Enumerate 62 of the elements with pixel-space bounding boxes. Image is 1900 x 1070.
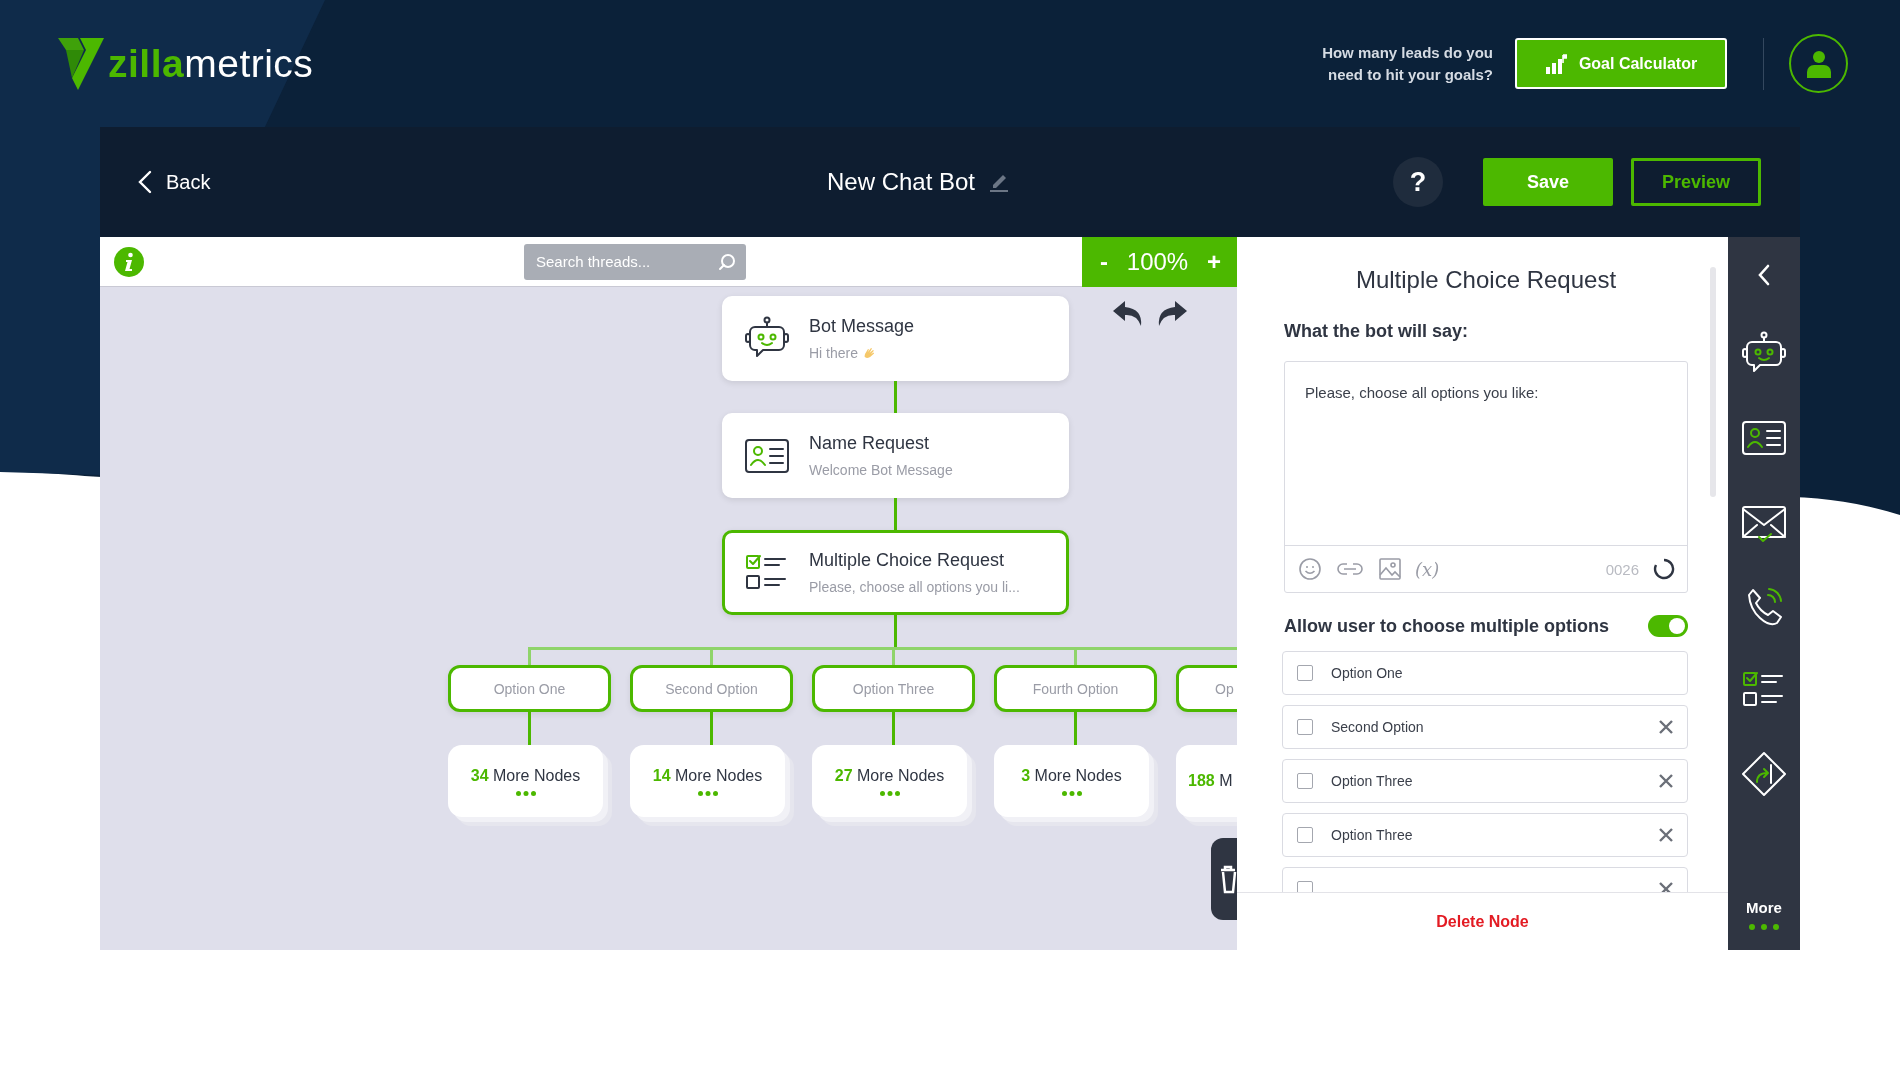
diamond-arrow-icon[interactable]: [1740, 750, 1788, 798]
chevron-left-icon: [138, 170, 152, 194]
message-label: What the bot will say:: [1284, 320, 1469, 343]
image-icon[interactable]: [1379, 558, 1401, 580]
flow-node-card[interactable]: Bot Message Hi there: [722, 296, 1069, 381]
toggle-label: Allow user to choose multiple options: [1284, 615, 1610, 637]
more-button[interactable]: More: [1746, 899, 1782, 930]
node-title: Bot Message: [809, 316, 915, 337]
more-nodes-label: 34 More Nodes: [470, 766, 581, 785]
logo-wordmark: zillametrics: [108, 41, 314, 86]
more-nodes-label: 14 More Nodes: [652, 766, 763, 785]
node-subtitle: Hi there: [809, 345, 859, 361]
bar-chart-icon: [1544, 53, 1567, 74]
option-checkbox[interactable]: [1297, 665, 1313, 681]
more-dots-icon: [1749, 924, 1779, 930]
scrollbar[interactable]: [1710, 267, 1716, 497]
more-dots-icon: [1061, 790, 1082, 796]
node-title: Name Request: [809, 433, 931, 454]
goal-prompt-text: How many leads do you need to hit your goals?: [1321, 42, 1493, 85]
back-button[interactable]: Back: [134, 166, 215, 198]
more-dots-icon: [879, 790, 900, 796]
flow-node-card[interactable]: Multiple Choice Request Please, choose all options you li...: [722, 530, 1069, 615]
more-dots-icon: [515, 790, 536, 796]
flow-node-card[interactable]: Name Request Welcome Bot Message: [722, 413, 1069, 498]
more-nodes-label: 3 More Nodes: [1021, 766, 1122, 785]
close-icon[interactable]: [1659, 774, 1673, 788]
logo-mark-icon: [58, 37, 104, 90]
spinner-icon: [1653, 558, 1675, 580]
option-checkbox[interactable]: [1297, 719, 1313, 735]
option-label[interactable]: Option One: [1331, 665, 1403, 681]
more-nodes-label: 27 More Nodes: [834, 766, 945, 785]
waving-hand-icon: [862, 346, 877, 360]
option-label[interactable]: Option Three: [1331, 827, 1413, 843]
chatbot-title: New Chat Bot: [826, 168, 976, 196]
close-icon[interactable]: [1659, 882, 1673, 892]
multiple-options-toggle[interactable]: [1648, 615, 1688, 637]
option-checkbox[interactable]: [1297, 827, 1313, 843]
option-label[interactable]: Second Option: [1331, 719, 1424, 735]
close-icon[interactable]: [1659, 720, 1673, 734]
panel-title: Multiple Choice Request: [1354, 265, 1618, 295]
person-icon: [1806, 49, 1831, 78]
delete-node-button[interactable]: Delete Node: [1430, 911, 1535, 932]
node-title: Multiple Choice Request: [809, 550, 1006, 571]
zoom-level: 100%: [1126, 247, 1189, 276]
preview-button[interactable]: Preview: [1631, 158, 1761, 206]
user-avatar[interactable]: [1789, 34, 1848, 93]
info-icon[interactable]: [114, 246, 144, 277]
help-button[interactable]: ?: [1393, 157, 1443, 207]
more-nodes-label: 188 M: [1188, 772, 1233, 790]
more-dots-icon: [697, 790, 718, 796]
close-icon[interactable]: [1659, 828, 1673, 842]
link-icon[interactable]: [1335, 561, 1365, 577]
option-label[interactable]: Option Three: [1331, 773, 1413, 789]
chevron-left-icon[interactable]: [1757, 263, 1771, 287]
node-subtitle: Please, choose all options you li...: [809, 579, 1020, 595]
node-subtitle: Welcome Bot Message: [809, 462, 953, 478]
search-field[interactable]: Search threads...: [524, 243, 746, 280]
character-count: 0026: [1605, 560, 1639, 578]
emoji-icon[interactable]: [1299, 558, 1321, 580]
message-input[interactable]: Please, choose all options you like:: [1285, 362, 1687, 545]
search-icon: [718, 252, 736, 271]
option-checkbox[interactable]: [1297, 773, 1313, 789]
